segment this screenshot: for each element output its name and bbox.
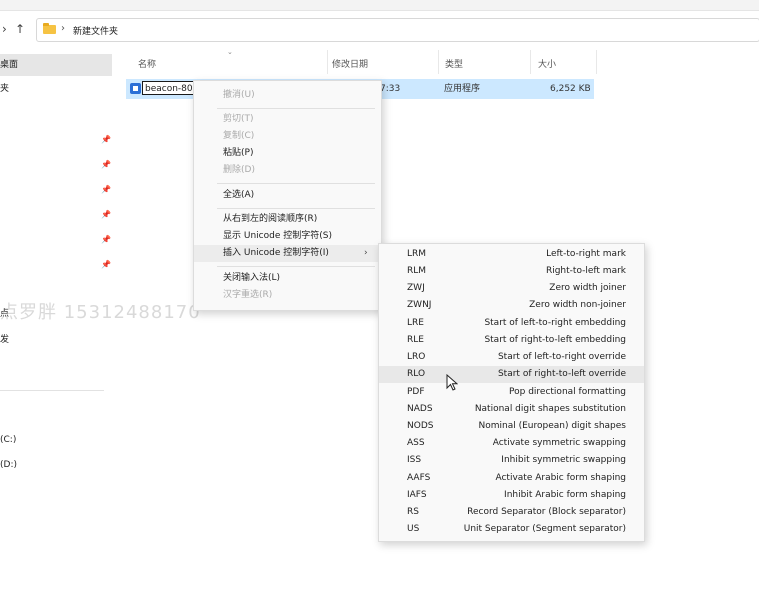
menu-item-insert-unicode[interactable]: 插入 Unicode 控制字符(I) › xyxy=(194,245,381,262)
window-top-strip xyxy=(0,0,759,11)
pin-icon[interactable]: 📌 xyxy=(101,135,111,144)
sidebar-item-folder[interactable]: 夹 xyxy=(0,78,112,100)
column-header-type[interactable]: 类型 xyxy=(445,56,463,74)
submenu-item[interactable]: ZWJ Zero width joiner xyxy=(379,280,644,297)
breadcrumb-current-folder[interactable]: 新建文件夹 xyxy=(73,24,118,37)
menu-item-rtl-reading[interactable]: 从右到左的阅读顺序(R) xyxy=(194,211,381,228)
submenu-arrow-icon: › xyxy=(364,248,368,258)
pin-icon[interactable]: 📌 xyxy=(101,210,111,219)
file-size: 6,252 KB xyxy=(550,84,591,94)
column-divider[interactable] xyxy=(596,50,597,74)
sort-caret-icon: ⌄ xyxy=(227,48,233,56)
sidebar-item-drive-c[interactable]: (C:) xyxy=(0,429,112,451)
submenu-item[interactable]: ASS Activate symmetric swapping xyxy=(379,435,644,452)
navigation-bar: › ↑ › 新建文件夹 xyxy=(0,14,759,44)
menu-item-cut[interactable]: 剪切(T) xyxy=(194,111,381,128)
sidebar-item-label: 发 xyxy=(0,335,10,345)
menu-item-reconvert[interactable]: 汉字重选(R) xyxy=(194,287,381,304)
submenu-item[interactable]: US Unit Separator (Segment separator) xyxy=(379,521,644,538)
sidebar-item-label: 桌面 xyxy=(0,60,19,70)
submenu-item[interactable]: IAFS Inhibit Arabic form shaping xyxy=(379,487,644,504)
pin-icon[interactable]: 📌 xyxy=(101,235,111,244)
submenu-item[interactable]: ZWNJ Zero width non-joiner xyxy=(379,297,644,314)
context-menu: 撤消(U) 剪切(T) 复制(C) 粘贴(P) 删除(D) 全选(A) 从右到左… xyxy=(193,80,382,311)
folder-icon xyxy=(43,23,56,34)
submenu-item[interactable]: LRM Left-to-right mark xyxy=(379,246,644,263)
submenu-item[interactable]: ISS Inhibit symmetric swapping xyxy=(379,452,644,469)
mouse-cursor-icon xyxy=(446,374,458,391)
pin-icon[interactable]: 📌 xyxy=(101,260,111,269)
menu-item-select-all[interactable]: 全选(A) xyxy=(194,187,381,204)
column-divider[interactable] xyxy=(530,50,531,74)
file-type: 应用程序 xyxy=(444,84,481,94)
sidebar-item-desktop[interactable]: 桌面 xyxy=(0,54,112,76)
forward-arrow-icon[interactable]: › xyxy=(2,23,7,35)
sidebar-item-label: (C:) xyxy=(0,435,17,445)
pin-icon[interactable]: 📌 xyxy=(101,185,111,194)
chevron-right-icon[interactable]: › xyxy=(61,23,65,34)
menu-item-copy[interactable]: 复制(C) xyxy=(194,128,381,145)
column-divider[interactable] xyxy=(438,50,439,74)
submenu-item[interactable]: LRE Start of left-to-right embedding xyxy=(379,315,644,332)
unicode-control-submenu: LRM Left-to-right mark RLM Right-to-left m… xyxy=(378,243,645,542)
sidebar-divider xyxy=(0,390,104,391)
sidebar-item-quick-2[interactable]: 发 xyxy=(0,329,112,351)
menu-separator xyxy=(217,266,375,267)
pin-icon[interactable]: 📌 xyxy=(101,160,111,169)
menu-item-close-ime[interactable]: 关闭输入法(L) xyxy=(194,270,381,287)
menu-item-delete[interactable]: 删除(D) xyxy=(194,162,381,179)
submenu-item[interactable]: RS Record Separator (Block separator) xyxy=(379,504,644,521)
sidebar-item-drive-d[interactable]: (D:) xyxy=(0,454,112,476)
file-modified: 7:33 xyxy=(380,84,401,94)
up-arrow-icon[interactable]: ↑ xyxy=(15,23,25,35)
column-header-modified[interactable]: 修改日期 xyxy=(332,56,368,74)
column-header-name[interactable]: 名称 xyxy=(138,56,156,74)
submenu-item[interactable]: AAFS Activate Arabic form shaping xyxy=(379,470,644,487)
menu-separator xyxy=(217,108,375,109)
submenu-item[interactable]: LRO Start of left-to-right override xyxy=(379,349,644,366)
application-icon xyxy=(130,83,141,94)
watermark: 点罗胖 15312488170 xyxy=(0,302,201,323)
submenu-item[interactable]: NODS Nominal (European) digit shapes xyxy=(379,418,644,435)
submenu-item[interactable]: PDF Pop directional formatting xyxy=(379,384,644,401)
column-divider[interactable] xyxy=(327,50,328,74)
submenu-item-hovered[interactable]: RLO Start of right-to-left override xyxy=(379,366,644,383)
sidebar-item-label: 夹 xyxy=(0,84,10,94)
column-header-size[interactable]: 大小 xyxy=(538,56,556,74)
submenu-item[interactable]: RLE Start of right-to-left embedding xyxy=(379,332,644,349)
menu-separator xyxy=(217,208,375,209)
menu-item-show-unicode[interactable]: 显示 Unicode 控制字符(S) xyxy=(194,228,381,245)
address-bar[interactable]: › 新建文件夹 xyxy=(36,18,759,42)
sidebar-item-label: (D:) xyxy=(0,460,17,470)
submenu-item[interactable]: RLM Right-to-left mark xyxy=(379,263,644,280)
submenu-item[interactable]: NADS National digit shapes substitution xyxy=(379,401,644,418)
menu-item-paste[interactable]: 粘贴(P) xyxy=(194,145,381,162)
menu-separator xyxy=(217,183,375,184)
menu-item-undo[interactable]: 撤消(U) xyxy=(194,87,381,104)
